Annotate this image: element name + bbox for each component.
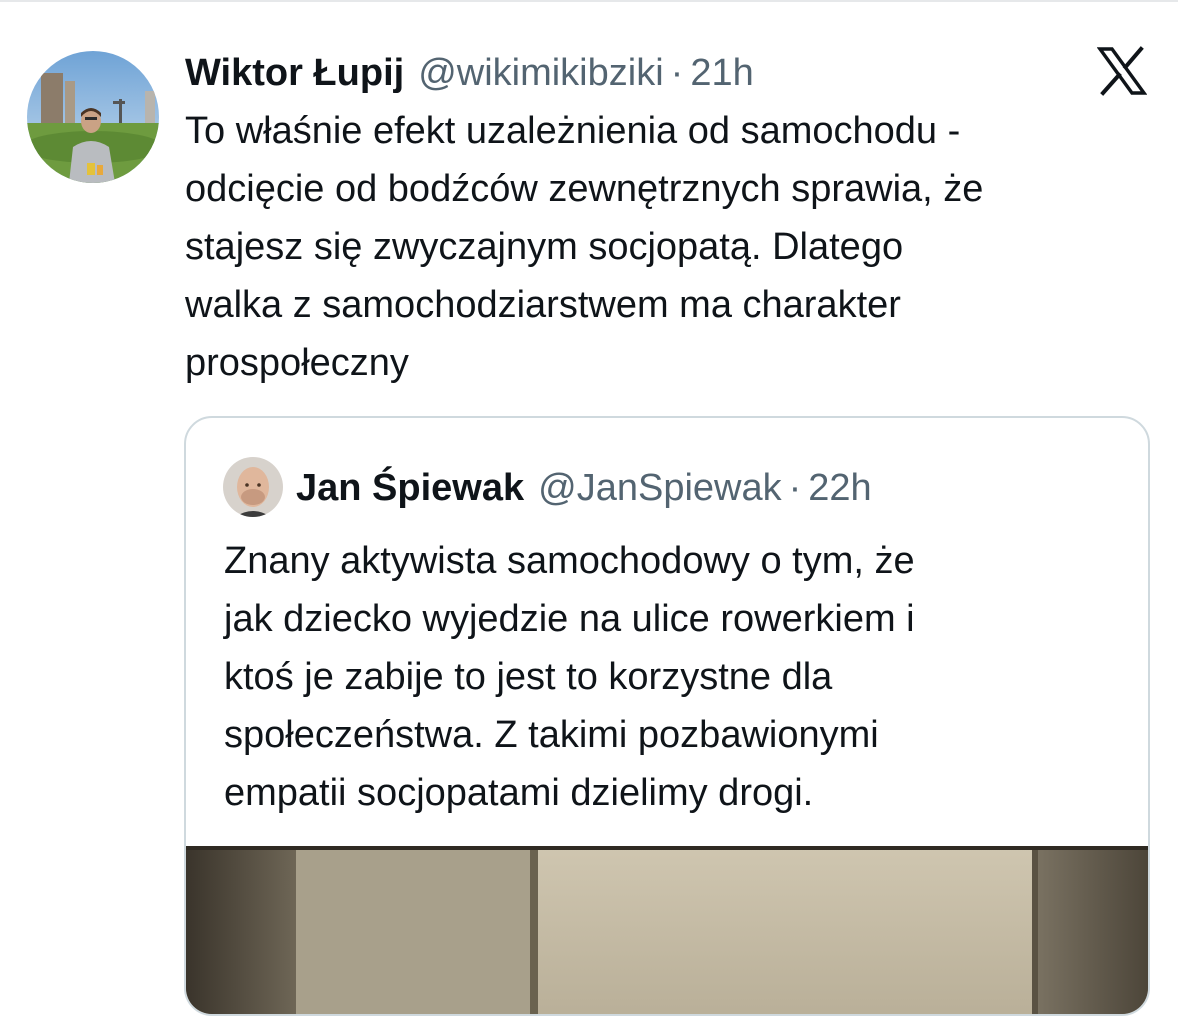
quoted-tweet-timestamp[interactable]: 22h (808, 463, 871, 513)
quoted-tweet-line: ktoś je zabije to jest to korzystne dla (224, 656, 833, 698)
separator-dot: · (788, 467, 802, 509)
tweet-timestamp[interactable]: 21h (690, 48, 753, 98)
tweet-line: odcięcie od bodźców zewnętrznych sprawia… (185, 168, 984, 210)
author-name[interactable]: Wiktor Łupij (185, 48, 404, 98)
x-logo-icon[interactable] (1096, 46, 1148, 96)
quoted-author-avatar[interactable] (223, 457, 283, 517)
author-handle[interactable]: @wikimikibziki (418, 48, 663, 98)
tweet-line: prospołeczny (185, 342, 409, 384)
quoted-tweet-header: Jan Śpiewak @JanSpiewak · 22h (296, 463, 872, 513)
quoted-tweet-line: społeczeństwa. Z takimi pozbawionymi (224, 714, 879, 756)
tweet-body: To właśnie efekt uzależnienia od samocho… (185, 102, 1145, 392)
top-divider (0, 0, 1178, 2)
quoted-tweet-body: Znany aktywista samochodowy o tym, że ja… (224, 532, 1124, 822)
quoted-tweet-card[interactable]: Jan Śpiewak @JanSpiewak · 22h Znany akty… (184, 416, 1150, 1016)
separator-dot: · (670, 52, 684, 94)
tweet-line: walka z samochodziarstwem ma charakter (185, 284, 901, 326)
quoted-tweet-line: jak dziecko wyjedzie na ulice rowerkiem … (224, 598, 915, 640)
quoted-author-handle[interactable]: @JanSpiewak (538, 463, 781, 513)
quoted-tweet-line: Znany aktywista samochodowy o tym, że (224, 540, 915, 582)
quoted-tweet-image[interactable] (186, 846, 1148, 1014)
tweet-line: To właśnie efekt uzależnienia od samocho… (185, 110, 961, 152)
quoted-tweet-line: empatii socjopatami dzielimy drogi. (224, 772, 814, 814)
tweet-line: stajesz się zwyczajnym socjopatą. Dlateg… (185, 226, 904, 268)
author-avatar[interactable] (27, 51, 159, 183)
quoted-author-name[interactable]: Jan Śpiewak (296, 463, 524, 513)
tweet-header: Wiktor Łupij @wikimikibziki · 21h (185, 48, 754, 98)
